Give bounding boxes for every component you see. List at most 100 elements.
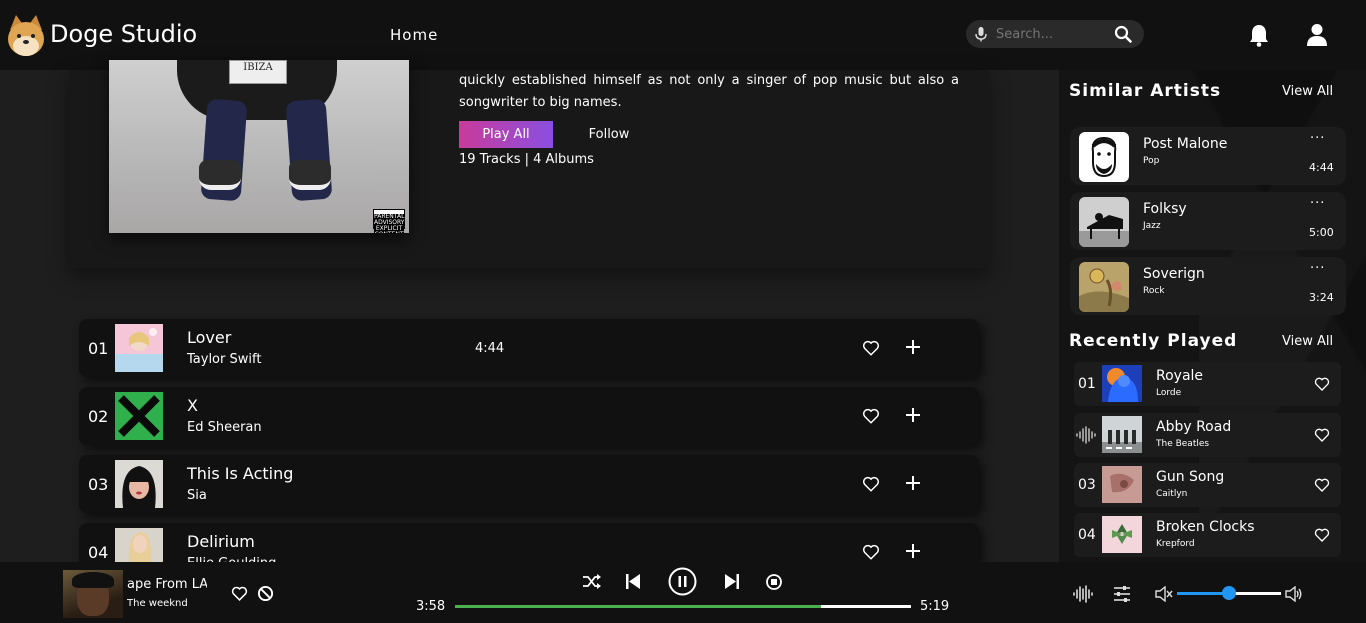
x-album-art [115,392,163,440]
similar-artist-item[interactable]: Folksy Jazz ··· 5:00 [1070,192,1346,250]
artist-time: 5:00 [1309,226,1334,239]
equalizer-icon[interactable] [1113,585,1131,603]
heart-icon[interactable] [231,585,248,602]
track-title[interactable]: Broken Clocks [1156,519,1255,535]
search-bar [966,20,1144,48]
artist-cover-image: IBIZA PARENTAL ADVISORY EXPLICIT CONTENT [109,60,409,233]
artist-name[interactable]: Soverign [1143,266,1205,282]
recent-track-item[interactable]: 03 Gun Song Caitlyn [1074,463,1341,507]
sound-wave-icon [1076,426,1096,444]
royale-album-art [1102,365,1142,402]
track-artist: Caitlyn [1156,489,1188,499]
music-player-bar: ape From LA The weeknd 3:58 5:19 [0,562,1366,623]
volume-up-icon[interactable] [1285,586,1303,602]
gun-song-album-art [1102,466,1142,503]
post-malone-avatar [1079,132,1129,182]
heart-icon[interactable] [862,475,880,493]
track-row[interactable]: 01 Lover Taylor Swift 4:44 [79,319,979,377]
recently-played-view-all-link[interactable]: View All [1282,334,1333,349]
track-title[interactable]: Lover [187,328,231,347]
track-number: 01 [88,339,109,358]
user-profile-icon[interactable] [1306,23,1328,47]
similar-artist-item[interactable]: Post Malone Pop ··· 4:44 [1070,127,1346,185]
stop-icon[interactable] [766,574,782,590]
recent-track-item[interactable]: Abby Road The Beatles [1074,413,1341,457]
track-title[interactable]: Abby Road [1156,419,1231,435]
microphone-icon[interactable] [973,26,989,42]
notification-bell-icon[interactable] [1248,23,1270,47]
heart-icon[interactable] [1314,527,1330,543]
track-row[interactable]: 02 X Ed Sheeran [79,387,979,445]
artist-name[interactable]: Post Malone [1143,136,1227,152]
delirium-album-art [115,528,163,562]
progress-bar[interactable] [455,605,911,608]
heart-icon[interactable] [862,543,880,561]
right-sidebar: Similar Artists View All Post Malone Pop… [1059,70,1366,562]
heart-icon[interactable] [1314,376,1330,392]
volume-knob[interactable] [1222,586,1236,600]
track-artist[interactable]: Sia [187,488,207,503]
abbey-road-album-art [1102,416,1142,453]
heart-icon[interactable] [1314,427,1330,443]
recent-track-item[interactable]: 04 Broken Clocks Krepford [1074,513,1341,557]
track-number: 03 [1078,477,1096,493]
add-icon[interactable] [905,339,921,355]
recent-track-item[interactable]: 01 Royale Lorde [1074,362,1341,406]
lover-album-art [115,324,163,372]
similar-artists-view-all-link[interactable]: View All [1282,84,1333,99]
more-options-icon[interactable]: ··· [1310,196,1325,211]
artist-time: 3:24 [1309,291,1334,304]
current-time: 3:58 [416,599,446,614]
add-icon[interactable] [905,407,921,423]
add-icon[interactable] [905,543,921,559]
heart-icon[interactable] [862,339,880,357]
track-title[interactable]: This Is Acting [187,464,293,483]
more-options-icon[interactable]: ··· [1310,131,1325,146]
search-input[interactable] [996,26,1116,42]
play-all-button[interactable]: Play All [459,121,553,148]
now-playing-title: ape From LA [127,577,207,592]
pause-button[interactable] [668,567,697,596]
cover-text: IBIZA [243,62,273,73]
soverign-avatar [1079,262,1129,312]
mute-icon[interactable] [1155,586,1173,602]
brand-name[interactable]: Doge Studio [50,20,197,48]
artist-bio: quickly established himself as not only … [459,73,959,110]
progress-fill [455,605,822,608]
sound-wave-icon[interactable] [1073,585,1093,603]
track-artist[interactable]: Taylor Swift [187,352,261,367]
artist-time: 4:44 [1309,161,1334,174]
track-number: 04 [1078,527,1096,543]
artist-genre: Pop [1143,156,1160,166]
track-artist: Krepford [1156,539,1195,549]
follow-button[interactable]: Follow [573,121,645,148]
doge-logo-icon[interactable] [6,12,46,58]
heart-icon[interactable] [862,407,880,425]
volume-slider[interactable] [1177,586,1281,600]
this-is-acting-album-art [115,460,163,508]
heart-icon[interactable] [1314,477,1330,493]
block-icon[interactable] [257,585,274,602]
track-number: 02 [88,407,109,426]
track-title[interactable]: X [187,396,198,415]
track-row[interactable]: 03 This Is Acting Sia [79,455,979,513]
track-artist[interactable]: Ed Sheeran [187,420,262,435]
artist-name[interactable]: Folksy [1143,201,1187,217]
track-number: 03 [88,475,109,494]
shuffle-icon[interactable] [582,573,601,590]
track-artist: The Beatles [1156,439,1210,449]
track-number: 01 [1078,376,1096,392]
track-row[interactable]: 04 Delirium Ellie Goulding [79,523,979,562]
track-title[interactable]: Royale [1156,368,1203,384]
next-track-icon[interactable] [725,573,739,590]
similar-artists-title: Similar Artists [1069,81,1222,101]
search-icon[interactable] [1114,25,1132,43]
nav-home-link[interactable]: Home [390,26,438,44]
artist-genre: Rock [1143,286,1165,296]
more-options-icon[interactable]: ··· [1310,261,1325,276]
add-icon[interactable] [905,475,921,491]
track-title[interactable]: Gun Song [1156,469,1224,485]
previous-track-icon[interactable] [626,573,640,590]
similar-artist-item[interactable]: Soverign Rock ··· 3:24 [1070,257,1346,315]
track-title[interactable]: Delirium [187,532,255,551]
